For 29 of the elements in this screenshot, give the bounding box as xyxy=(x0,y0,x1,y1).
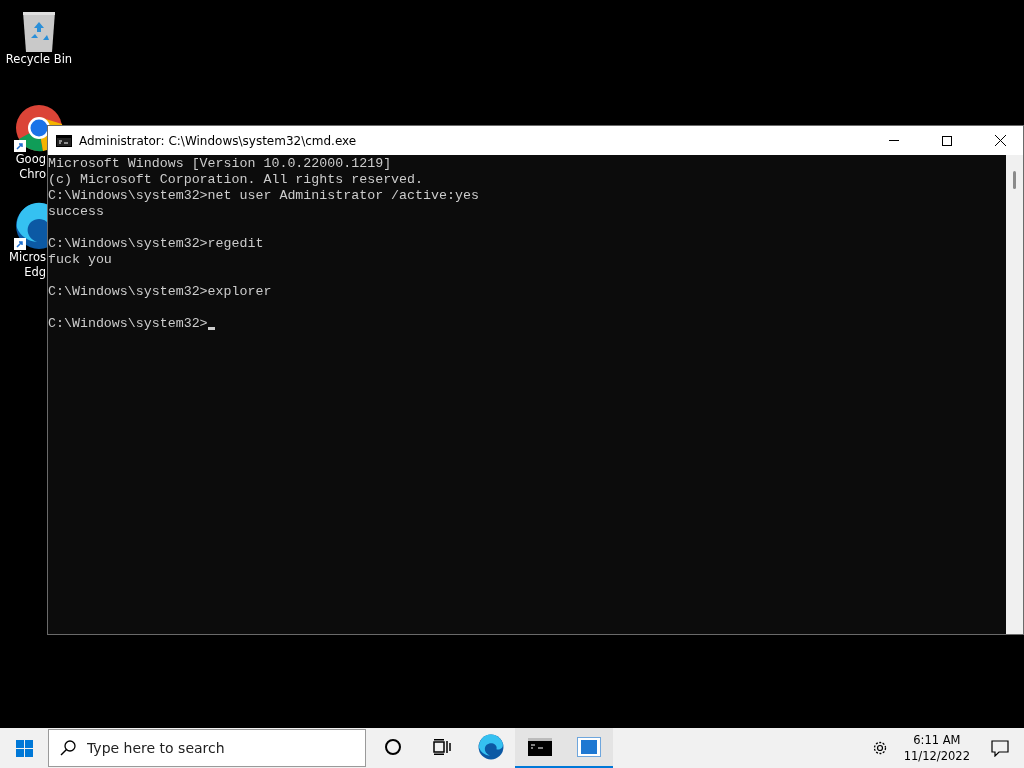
desktop-icon-label: Recycle Bin xyxy=(5,52,73,67)
search-icon xyxy=(60,740,76,756)
window-icon xyxy=(576,737,601,757)
task-view-icon xyxy=(432,739,451,755)
minimize-icon xyxy=(889,140,899,141)
console-line: success xyxy=(48,204,104,220)
terminal-icon xyxy=(527,738,552,756)
terminal-icon xyxy=(56,134,72,147)
console-line: C:\Windows\system32>net user Administrator /active:yes xyxy=(48,188,479,204)
console-line: (c) Microsoft Corporation. All rights reserved. xyxy=(48,172,424,188)
scrollbar-thumb[interactable] xyxy=(1013,171,1016,189)
circle-icon xyxy=(383,738,402,756)
windows-logo-icon xyxy=(15,739,33,757)
scrollbar[interactable] xyxy=(1006,155,1023,634)
message-icon xyxy=(991,739,1009,757)
clock[interactable]: 6:11 AM 11/12/2022 xyxy=(897,732,976,764)
taskbar-button[interactable] xyxy=(515,728,564,768)
search-field[interactable]: Type here to search xyxy=(48,729,366,767)
console-line: fuck you xyxy=(48,252,112,268)
desktop-icon-label: Micros Edg xyxy=(8,250,46,280)
window-title: Administrator: C:\Windows\system32\cmd.exe xyxy=(79,133,358,148)
close-icon xyxy=(994,135,1006,146)
edge-icon xyxy=(477,734,504,760)
desktop-icon-label: Goog Chro xyxy=(14,152,46,182)
console-line: Microsoft Windows [Version 10.0.22000.1219] xyxy=(48,156,392,172)
maximize-icon xyxy=(942,135,952,146)
console-line: C:\Windows\system32>explorer xyxy=(48,284,272,300)
console-line: C:\Windows\system32>regedit xyxy=(48,236,264,252)
console-line: C:\Windows\system32> xyxy=(48,316,208,332)
